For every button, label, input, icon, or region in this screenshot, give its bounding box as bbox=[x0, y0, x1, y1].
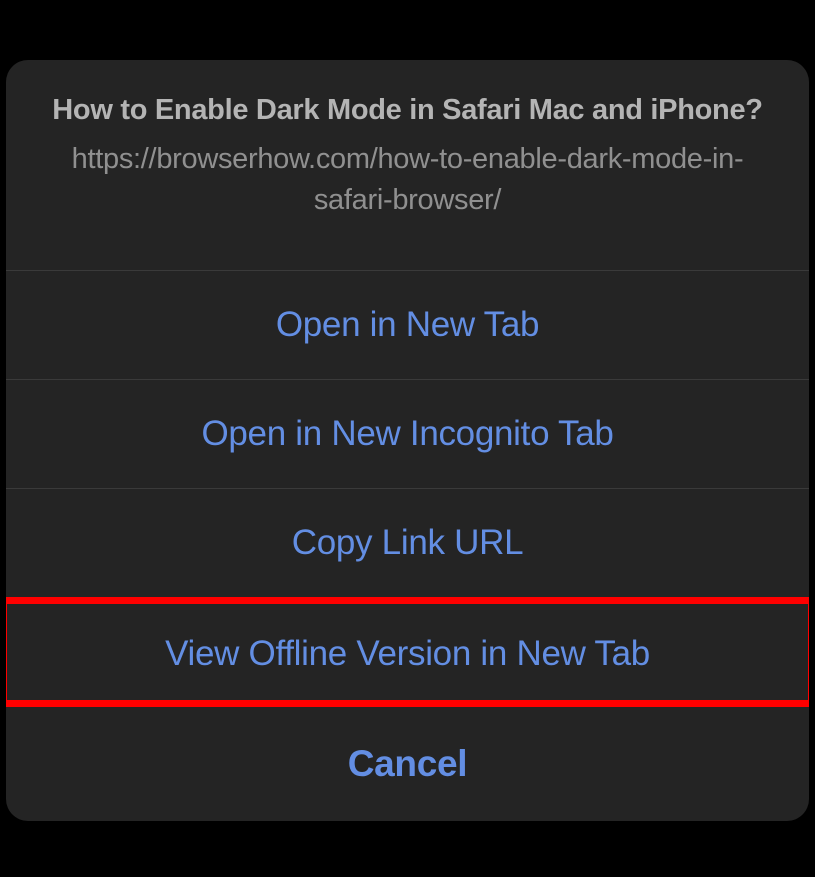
view-offline-button[interactable]: View Offline Version in New Tab bbox=[6, 597, 809, 707]
open-incognito-button[interactable]: Open in New Incognito Tab bbox=[6, 379, 809, 488]
page-title: How to Enable Dark Mode in Safari Mac an… bbox=[46, 94, 769, 127]
action-sheet: How to Enable Dark Mode in Safari Mac an… bbox=[6, 60, 809, 707]
copy-link-button[interactable]: Copy Link URL bbox=[6, 488, 809, 597]
cancel-button[interactable]: Cancel bbox=[6, 707, 809, 821]
sheet-header: How to Enable Dark Mode in Safari Mac an… bbox=[6, 60, 809, 270]
page-url: https://browserhow.com/how-to-enable-dar… bbox=[46, 139, 769, 220]
open-new-tab-button[interactable]: Open in New Tab bbox=[6, 270, 809, 379]
